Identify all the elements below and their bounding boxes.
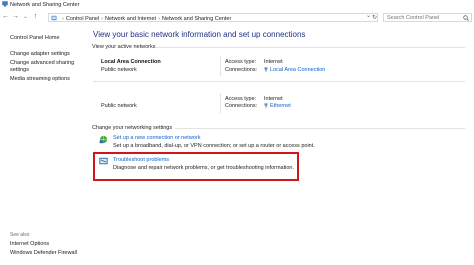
search-box[interactable] bbox=[383, 13, 472, 22]
sidebar: Control Panel Home Change adapter settin… bbox=[0, 30, 85, 265]
breadcrumb-network-and-sharing-center[interactable]: Network and Sharing Center bbox=[162, 16, 231, 22]
network-divider bbox=[220, 93, 221, 113]
breadcrumb-separator: › bbox=[62, 15, 64, 22]
access-type-label: Access type: bbox=[225, 59, 257, 65]
breadcrumb-control-panel[interactable]: Control Panel bbox=[66, 16, 99, 22]
address-row: ← → ⌄ ↑ › Control Panel › Network and Inter… bbox=[0, 12, 474, 23]
see-also-windows-defender-firewall[interactable]: Windows Defender Firewall bbox=[10, 250, 77, 257]
connection-link-local-area[interactable]: Local Area Connection bbox=[264, 67, 325, 73]
window-title: Network and Sharing Center bbox=[10, 1, 80, 8]
address-dropdown-chevron-icon[interactable]: ⌄ bbox=[366, 12, 371, 19]
network-type-link[interactable]: Public network bbox=[101, 103, 137, 109]
page-title: View your basic network information and … bbox=[93, 30, 306, 39]
breadcrumb-network-and-internet[interactable]: Network and Internet bbox=[105, 16, 156, 22]
control-panel-icon bbox=[51, 15, 57, 21]
address-bar[interactable]: › Control Panel › Network and Internet › Netw… bbox=[48, 13, 378, 22]
network-divider bbox=[220, 56, 221, 76]
connections-label: Connections: bbox=[225, 67, 258, 73]
connection-link-ethernet[interactable]: Ethernet bbox=[264, 103, 291, 109]
connection-name: Local Area Connection bbox=[270, 67, 326, 73]
connection-name: Ethernet bbox=[270, 103, 291, 109]
network-name: Local Area Connection bbox=[101, 59, 161, 65]
breadcrumb: › Control Panel › Network and Internet › Netw… bbox=[60, 16, 231, 22]
search-icon[interactable] bbox=[463, 15, 469, 21]
see-also-label: See also bbox=[10, 232, 30, 238]
forward-arrow-icon[interactable]: → bbox=[12, 13, 19, 21]
breadcrumb-separator: › bbox=[101, 15, 104, 22]
back-arrow-icon[interactable]: ← bbox=[2, 13, 9, 21]
setup-connection-link[interactable]: Set up a new connection or network bbox=[113, 135, 200, 141]
access-type-label: Access type: bbox=[225, 96, 257, 102]
networking-settings-label: Change your networking settings bbox=[92, 125, 173, 131]
sidebar-item-change-advanced-sharing-settings[interactable]: settings bbox=[10, 67, 29, 74]
breadcrumb-separator: › bbox=[158, 15, 160, 22]
see-also-internet-options[interactable]: Internet Options bbox=[10, 241, 49, 248]
sidebar-item-control-panel-home[interactable]: Control Panel Home bbox=[10, 35, 60, 42]
access-type-value: Internet bbox=[264, 59, 283, 65]
highlight-box bbox=[93, 152, 299, 181]
network-separator bbox=[93, 81, 465, 82]
recent-locations-chevron-icon[interactable]: ⌄ bbox=[22, 13, 29, 21]
network-center-icon bbox=[2, 1, 8, 7]
sidebar-item-change-advanced-sharing[interactable]: Change advanced sharing bbox=[10, 60, 74, 67]
refresh-icon[interactable]: ↻ bbox=[372, 14, 377, 21]
section-divider bbox=[175, 128, 465, 129]
section-divider bbox=[155, 47, 465, 48]
ethernet-icon bbox=[264, 103, 268, 108]
sidebar-item-change-adapter-settings[interactable]: Change adapter settings bbox=[10, 51, 70, 58]
title-bar: Network and Sharing Center bbox=[0, 0, 474, 9]
setup-connection-description: Set up a broadband, dial-up, or VPN conn… bbox=[113, 143, 315, 149]
access-type-value: Internet bbox=[264, 96, 283, 102]
ethernet-icon bbox=[264, 67, 268, 72]
search-input[interactable] bbox=[387, 14, 462, 21]
active-networks-label: View your active networks bbox=[92, 44, 156, 50]
connections-label: Connections: bbox=[225, 103, 258, 109]
sidebar-item-media-streaming-options[interactable]: Media streaming options bbox=[10, 76, 70, 83]
new-connection-icon bbox=[99, 135, 108, 144]
up-arrow-icon[interactable]: ↑ bbox=[32, 13, 39, 21]
network-type-link[interactable]: Public network bbox=[101, 67, 137, 73]
